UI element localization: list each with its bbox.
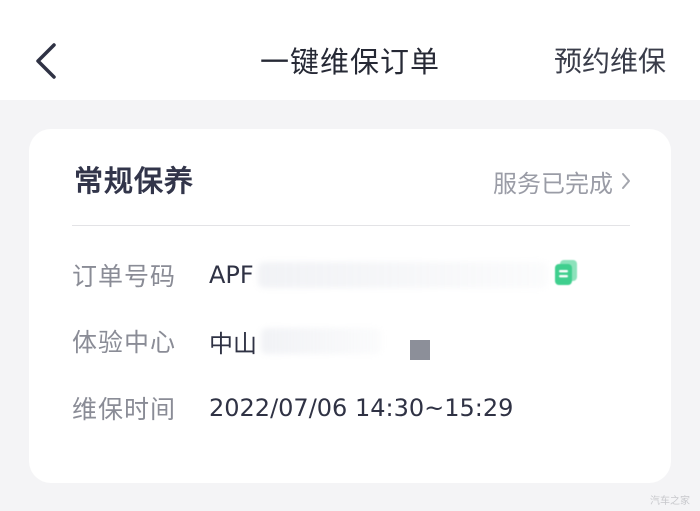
order-number-value: APF: [209, 261, 254, 289]
copy-icon[interactable]: [551, 257, 581, 287]
service-type-title: 常规保养: [74, 164, 195, 198]
nav-bar: 一键维保订单 预约维保: [0, 0, 700, 100]
redacted-center-name: [261, 328, 381, 354]
order-number-row: 订单号码 APF: [72, 255, 548, 295]
order-card: 常规保养 服务已完成 订单号码 APF 体验中心 中山 维保时间 2022/07…: [29, 129, 671, 483]
order-number-label: 订单号码: [72, 262, 177, 291]
redaction-mark: [410, 340, 430, 360]
watermark: 汽车之家: [650, 496, 690, 507]
experience-center-label: 体验中心: [72, 328, 177, 357]
chevron-right-icon: [622, 173, 630, 189]
maintenance-time-row: 维保时间 2022/07/06 14:30~15:29: [72, 388, 513, 428]
divider: [72, 225, 630, 226]
order-status-link[interactable]: 服务已完成: [493, 160, 631, 202]
redacted-order-number: [257, 262, 548, 288]
order-status-label: 服务已完成: [493, 169, 613, 198]
maintenance-time-label: 维保时间: [72, 395, 177, 424]
maintenance-time-value: 2022/07/06 14:30~15:29: [209, 394, 514, 422]
experience-center-row: 体验中心 中山: [72, 321, 381, 361]
book-maintenance-button[interactable]: 预约维保: [554, 40, 666, 84]
experience-center-value: 中山: [209, 329, 257, 358]
